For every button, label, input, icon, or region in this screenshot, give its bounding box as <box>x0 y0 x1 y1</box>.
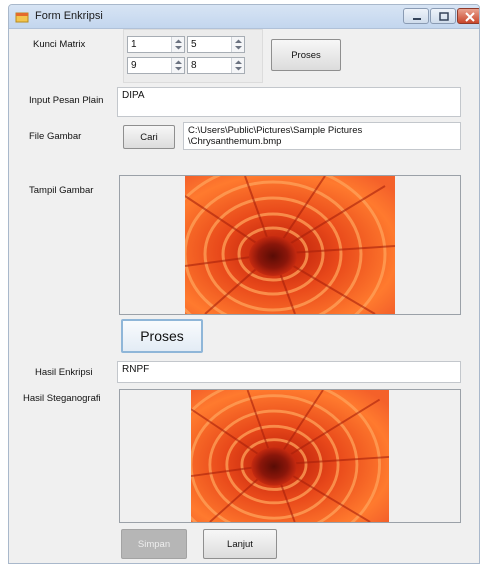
form-icon <box>15 12 29 23</box>
matrix-value: 1 <box>131 39 137 50</box>
chrysanthemum-image <box>191 390 389 522</box>
matrix-value: 5 <box>191 39 197 50</box>
hasil-steganografi-picturebox <box>119 389 461 523</box>
form-enkripsi-window: Form Enkripsi Kunci Matrix 1 5 9 8 Prose… <box>8 4 480 564</box>
spinner-arrows-icon <box>175 60 182 71</box>
tampil-gambar-picturebox <box>119 175 461 315</box>
hasil-steganografi-label: Hasil Steganografi <box>23 393 101 404</box>
spinner[interactable] <box>171 58 184 73</box>
tampil-gambar-label: Tampil Gambar <box>29 185 94 196</box>
close-icon <box>465 12 475 22</box>
hasil-enkripsi-field[interactable]: RNPF <box>117 361 461 383</box>
file-gambar-label: File Gambar <box>29 131 82 142</box>
maximize-icon <box>439 12 449 21</box>
matrix-value: 8 <box>191 60 197 71</box>
hasil-enkripsi-label: Hasil Enkripsi <box>35 367 93 378</box>
matrix-input-1[interactable]: 1 <box>127 36 185 53</box>
simpan-button[interactable]: Simpan <box>121 529 187 559</box>
spinner[interactable] <box>231 37 244 52</box>
maximize-button[interactable] <box>430 8 456 24</box>
file-path-line: \Chrysanthemum.bmp <box>188 136 282 147</box>
matrix-input-2[interactable]: 5 <box>187 36 245 53</box>
spinner-arrows-icon <box>235 39 242 50</box>
file-path-line: C:\Users\Public\Pictures\Sample Pictures <box>188 125 363 136</box>
matrix-value: 9 <box>131 60 137 71</box>
spinner-arrows-icon <box>175 39 182 50</box>
kunci-matrix-label: Kunci Matrix <box>33 39 86 50</box>
matrix-proses-button[interactable]: Proses <box>271 39 341 71</box>
cari-button[interactable]: Cari <box>123 125 175 149</box>
matrix-input-3[interactable]: 9 <box>127 57 185 74</box>
close-button[interactable] <box>457 8 479 24</box>
spinner[interactable] <box>231 58 244 73</box>
window-title: Form Enkripsi <box>35 10 103 22</box>
minimize-button[interactable] <box>403 8 429 24</box>
input-pesan-label: Input Pesan Plain <box>29 95 104 106</box>
spinner-arrows-icon <box>235 60 242 71</box>
spinner[interactable] <box>171 37 184 52</box>
matrix-input-4[interactable]: 8 <box>187 57 245 74</box>
minimize-icon <box>413 18 421 20</box>
chrysanthemum-image <box>185 176 395 314</box>
lanjut-button[interactable]: Lanjut <box>203 529 277 559</box>
title-bar[interactable]: Form Enkripsi <box>9 5 479 29</box>
pesan-input[interactable]: DIPA <box>117 87 461 117</box>
proses-button[interactable]: Proses <box>121 319 203 353</box>
file-path-field[interactable]: C:\Users\Public\Pictures\Sample Pictures… <box>183 122 461 150</box>
